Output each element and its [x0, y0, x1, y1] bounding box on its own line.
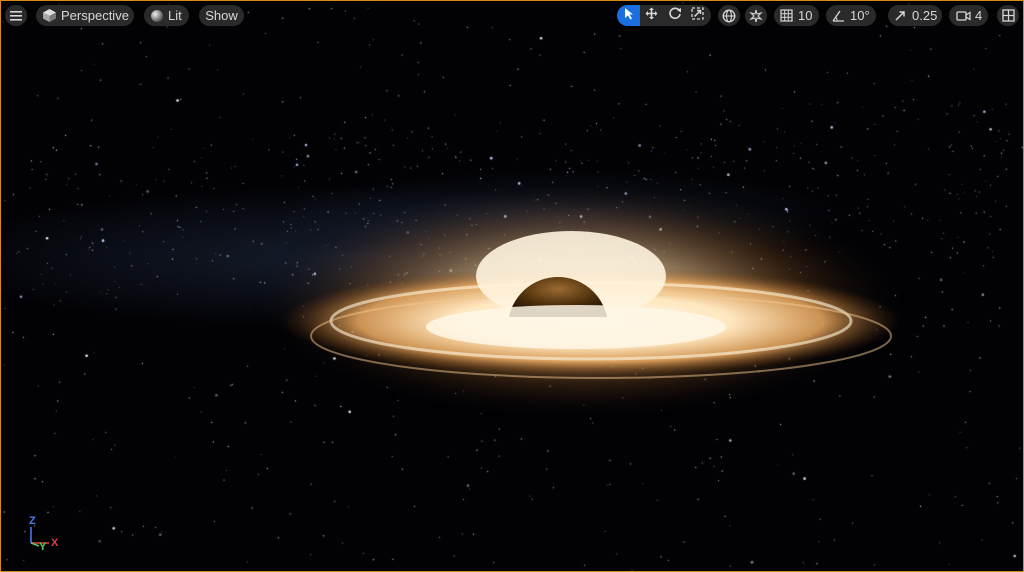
coordinate-system-button[interactable] [718, 5, 740, 26]
scale-snap-value: 0.25 [912, 8, 938, 23]
camera-icon [956, 10, 971, 22]
show-button[interactable]: Show [199, 5, 244, 26]
lit-button[interactable]: Lit [144, 5, 189, 26]
axis-gizmo: Z Y X [23, 513, 63, 553]
perspective-button[interactable]: Perspective [36, 5, 134, 26]
level-viewport[interactable]: Perspective Lit Show 10 10° 0.25 4 Z Y X [0, 0, 1024, 572]
axis-x-label: X [51, 537, 59, 549]
scale-tool-button[interactable] [686, 5, 709, 26]
rotation-snap-button[interactable]: 10° [826, 5, 876, 26]
view-mode-label: Perspective [61, 8, 129, 23]
rotation-snap-value: 10° [850, 8, 870, 23]
show-label: Show [205, 8, 238, 23]
viewport-menu-button[interactable] [5, 5, 27, 26]
rotate-icon [668, 6, 682, 25]
translate-icon [645, 7, 658, 25]
layout-icon [1001, 9, 1015, 22]
angle-icon [832, 9, 845, 22]
select-tool-button[interactable] [617, 5, 640, 26]
rotate-tool-button[interactable] [663, 5, 686, 26]
grid-icon [780, 9, 793, 22]
viewport-layout-button[interactable] [997, 5, 1019, 26]
axis-y-label: Y [39, 541, 47, 553]
lighting-label: Lit [168, 8, 182, 23]
translate-tool-button[interactable] [640, 5, 663, 26]
select-arrow-icon [624, 7, 634, 25]
camera-speed-value: 4 [975, 8, 983, 23]
black-hole-render [251, 181, 911, 421]
scale-snap-button[interactable]: 0.25 [888, 5, 942, 26]
cube-icon [42, 8, 57, 23]
surface-snap-icon [749, 9, 763, 23]
transform-tools-group [617, 5, 711, 26]
surface-snapping-button[interactable] [745, 5, 767, 26]
scale-snap-icon [894, 10, 906, 22]
grid-snap-value: 10 [798, 8, 813, 23]
hamburger-menu-icon [10, 10, 22, 21]
viewport-toolbar: Perspective Lit Show 10 10° 0.25 4 [1, 1, 1023, 31]
camera-speed-button[interactable]: 4 [949, 5, 988, 26]
grid-snap-button[interactable]: 10 [774, 5, 819, 26]
scale-icon [691, 6, 704, 25]
sphere-icon [150, 9, 164, 23]
globe-icon [722, 9, 736, 23]
axis-z-label: Z [29, 515, 36, 527]
